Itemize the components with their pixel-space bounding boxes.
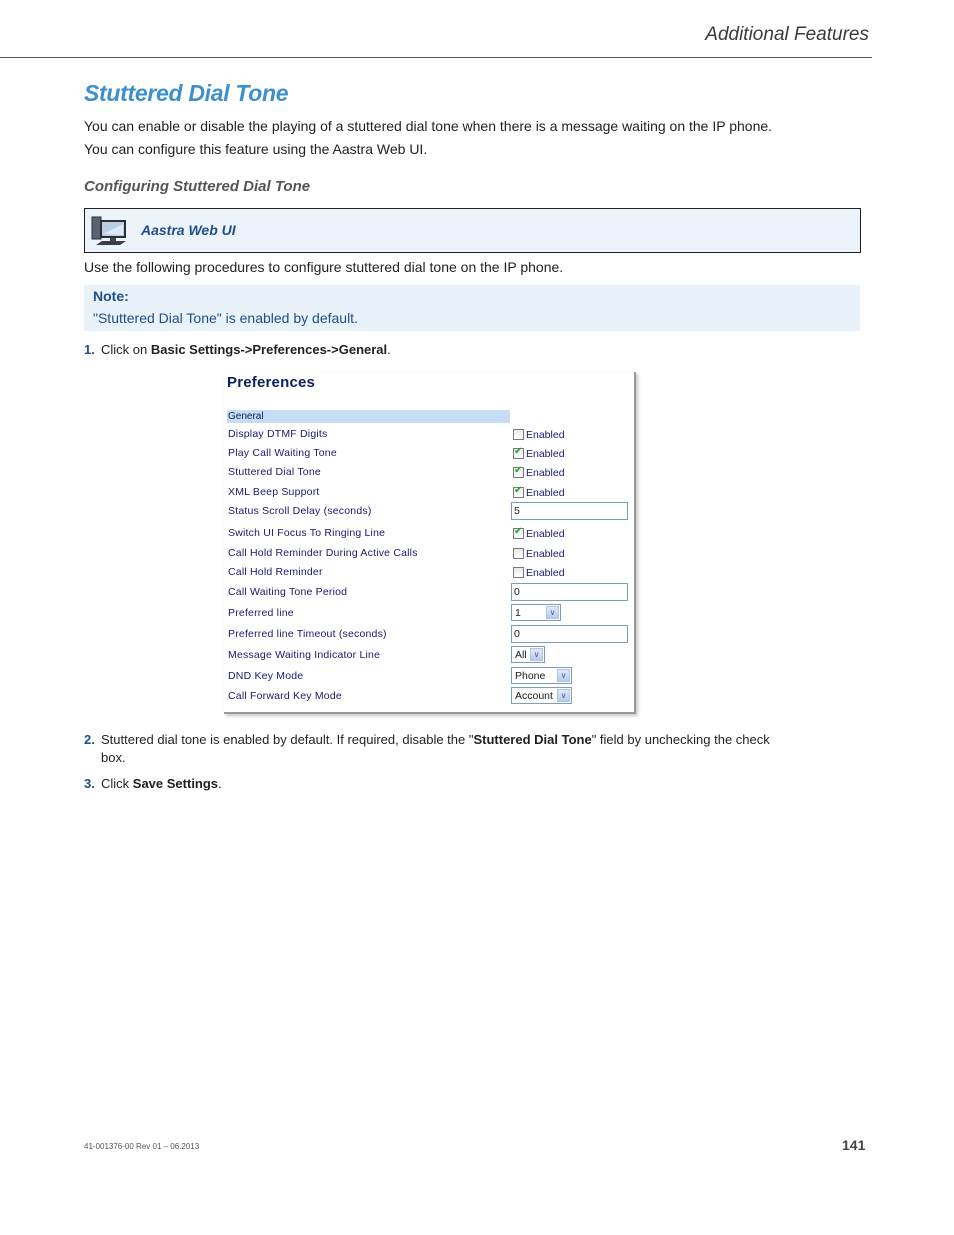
step-2: 2. Stuttered dial tone is enabled by defa… bbox=[84, 731, 784, 767]
step-emphasis: Basic Settings->Preferences->General bbox=[150, 342, 388, 357]
preference-label: Preferred line Timeout (seconds) bbox=[228, 628, 387, 640]
checkbox-label: Enabled bbox=[526, 487, 565, 499]
page-title: Stuttered Dial Tone bbox=[84, 80, 289, 106]
dropdown-value: Account bbox=[515, 690, 553, 702]
page-number: 141 bbox=[842, 1137, 866, 1153]
chevron-down-icon[interactable]: ∨ bbox=[530, 648, 543, 661]
enabled-checkbox-field[interactable]: Enabled bbox=[513, 526, 565, 540]
web-ui-callout: Aastra Web UI bbox=[84, 208, 861, 253]
web-ui-label: Aastra Web UI bbox=[141, 222, 236, 238]
checkbox-unchecked[interactable] bbox=[513, 567, 524, 578]
enabled-checkbox-field[interactable]: Enabled bbox=[513, 567, 565, 579]
preference-label: XML Beep Support bbox=[228, 486, 320, 498]
preferences-title: Preferences bbox=[227, 374, 316, 391]
intro-paragraph-1: You can enable or disable the playing of… bbox=[84, 118, 773, 134]
preference-label: Message Waiting Indicator Line bbox=[228, 649, 381, 661]
preference-label: Stuttered Dial Tone bbox=[228, 466, 321, 478]
checkbox-label: Enabled bbox=[526, 528, 565, 540]
note-text: "Stuttered Dial Tone" is enabled by defa… bbox=[93, 310, 358, 326]
preference-label: Call Forward Key Mode bbox=[228, 690, 342, 702]
text-input[interactable]: 5 bbox=[511, 502, 628, 520]
step-number: 3. bbox=[84, 776, 95, 791]
enabled-checkbox-field[interactable]: Enabled bbox=[513, 485, 565, 499]
section-header: Additional Features bbox=[705, 24, 869, 45]
step-emphasis: Save Settings bbox=[132, 776, 219, 791]
preference-label: Call Waiting Tone Period bbox=[228, 586, 348, 598]
text-input[interactable]: 0 bbox=[511, 625, 628, 643]
checkbox-unchecked[interactable] bbox=[513, 429, 524, 440]
step-3: 3. Click Save Settings. bbox=[84, 775, 222, 793]
enabled-checkbox-field[interactable]: Enabled bbox=[513, 429, 565, 441]
header-divider bbox=[0, 57, 872, 58]
enabled-checkbox-field[interactable]: Enabled bbox=[513, 548, 565, 560]
step-emphasis: Stuttered Dial Tone bbox=[473, 732, 592, 747]
step-text: Click on bbox=[101, 342, 151, 357]
preference-label: Switch UI Focus To Ringing Line bbox=[228, 527, 386, 539]
checkbox-label: Enabled bbox=[526, 467, 565, 479]
computer-icon bbox=[91, 216, 126, 245]
procedure-intro: Use the following procedures to configur… bbox=[84, 259, 564, 275]
chevron-down-icon[interactable]: ∨ bbox=[546, 606, 559, 619]
preference-label: Call Hold Reminder During Active Calls bbox=[228, 547, 418, 559]
step-text: Stuttered dial tone is enabled by defaul… bbox=[101, 732, 474, 747]
footer-doc-id: 41-001376-00 Rev 01 – 06.2013 bbox=[84, 1142, 200, 1151]
checkbox-label: Enabled bbox=[526, 567, 565, 579]
dropdown-select[interactable]: 1 ∨ bbox=[511, 604, 561, 621]
dropdown-select[interactable]: All ∨ bbox=[511, 646, 545, 663]
sub-heading: Configuring Stuttered Dial Tone bbox=[84, 178, 311, 195]
intro-paragraph-2: You can configure this feature using the… bbox=[84, 141, 428, 157]
note-title: Note: bbox=[93, 288, 129, 304]
enabled-checkbox-field[interactable]: Enabled bbox=[513, 465, 565, 479]
preference-label: DND Key Mode bbox=[228, 670, 304, 682]
checkbox-label: Enabled bbox=[526, 429, 565, 441]
preference-label: Play Call Waiting Tone bbox=[228, 447, 337, 459]
note-box: Note: "Stuttered Dial Tone" is enabled b… bbox=[84, 285, 860, 331]
preference-label: Preferred line bbox=[228, 607, 294, 619]
step-text: . bbox=[387, 342, 391, 357]
dropdown-value: 1 bbox=[515, 607, 521, 619]
preference-label: Call Hold Reminder bbox=[228, 566, 323, 578]
checkbox-label: Enabled bbox=[526, 448, 565, 460]
chevron-down-icon[interactable]: ∨ bbox=[557, 669, 570, 682]
dropdown-value: Phone bbox=[515, 670, 546, 682]
preference-label: Display DTMF Digits bbox=[228, 428, 328, 440]
chevron-down-icon[interactable]: ∨ bbox=[557, 689, 570, 702]
enabled-checkbox-field[interactable]: Enabled bbox=[513, 446, 565, 460]
step-text: Click bbox=[101, 776, 133, 791]
step-1: 1. Click on Basic Settings->Preferences->… bbox=[84, 341, 391, 359]
text-input[interactable]: 0 bbox=[511, 583, 628, 601]
checkbox-checked[interactable] bbox=[513, 465, 524, 478]
preference-label: Status Scroll Delay (seconds) bbox=[228, 505, 372, 517]
dropdown-select[interactable]: Account ∨ bbox=[511, 687, 572, 704]
step-text: . bbox=[218, 776, 222, 791]
checkbox-checked[interactable] bbox=[513, 526, 524, 539]
checkbox-checked[interactable] bbox=[513, 446, 524, 459]
checkbox-unchecked[interactable] bbox=[513, 548, 524, 559]
dropdown-select[interactable]: Phone ∨ bbox=[511, 667, 572, 684]
preferences-screenshot: Preferences General Display DTMF Digits E… bbox=[224, 372, 636, 714]
dropdown-value: All bbox=[515, 649, 527, 661]
step-text: box. bbox=[101, 750, 126, 765]
step-number: 1. bbox=[84, 342, 95, 357]
step-text: " field by unchecking the check bbox=[591, 732, 770, 747]
checkbox-label: Enabled bbox=[526, 548, 565, 560]
checkbox-checked[interactable] bbox=[513, 485, 524, 498]
general-section-header: General bbox=[227, 410, 510, 423]
step-number: 2. bbox=[84, 732, 95, 747]
